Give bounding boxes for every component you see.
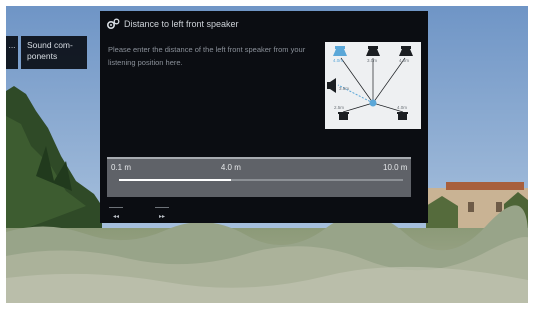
- selected-speaker-icon: [327, 78, 336, 93]
- listening-position-icon: [369, 99, 377, 107]
- slider-fill: [119, 179, 231, 181]
- dialog-title-row: Distance to left front speaker: [106, 18, 239, 30]
- side-menu: ... Sound com- ponents: [6, 36, 87, 69]
- dialog-title: Distance to left front speaker: [124, 19, 239, 29]
- speaker-distance-label: 2.5m: [334, 105, 345, 110]
- rewind-icon: ◂◂: [112, 214, 120, 220]
- menu-sound-components-label: Sound com- ponents: [27, 40, 73, 61]
- speaker-icon: [366, 46, 380, 56]
- slider-max-label: 10.0 m: [383, 163, 408, 172]
- speaker-layout-diagram: 4.0m 3.0m 4.0m 3.5m 2.5m 4.0m: [325, 42, 421, 129]
- speaker-distance-label: 3.5m: [339, 86, 350, 91]
- tv-frame: ... Sound com- ponents Distance to left …: [6, 6, 528, 303]
- speaker-icon: [333, 46, 347, 56]
- distance-slider[interactable]: 0.1 m 4.0 m 10.0 m: [107, 157, 411, 197]
- navigation-buttons: ◂◂ ▸▸: [108, 206, 170, 220]
- settings-gears-icon: [106, 18, 120, 30]
- next-button[interactable]: ▸▸: [154, 206, 170, 220]
- slider-value-label: 4.0 m: [220, 163, 241, 172]
- speaker-icon: [399, 46, 413, 56]
- slider-track[interactable]: [119, 179, 403, 181]
- speaker-distance-label: 4.0m: [333, 58, 344, 63]
- distance-dialog: Distance to left front speaker Please en…: [100, 11, 428, 223]
- menu-sound-components-item[interactable]: Sound com- ponents: [21, 36, 87, 69]
- speaker-distance-label: 4.0m: [397, 105, 408, 110]
- instruction-text: Please enter the distance of the left fr…: [108, 45, 306, 67]
- speaker-icon: [397, 112, 408, 120]
- speaker-distance-label: 3.0m: [367, 58, 378, 63]
- menu-more-item[interactable]: ...: [6, 36, 18, 69]
- tv-screen: ... Sound com- ponents Distance to left …: [0, 0, 534, 309]
- speaker-distance-label: 4.0m: [399, 58, 410, 63]
- fast-forward-icon: ▸▸: [158, 214, 166, 220]
- previous-button[interactable]: ◂◂: [108, 206, 124, 220]
- speaker-icon: [338, 112, 349, 120]
- slider-min-label: 0.1 m: [111, 163, 132, 172]
- menu-more-label: ...: [8, 40, 16, 50]
